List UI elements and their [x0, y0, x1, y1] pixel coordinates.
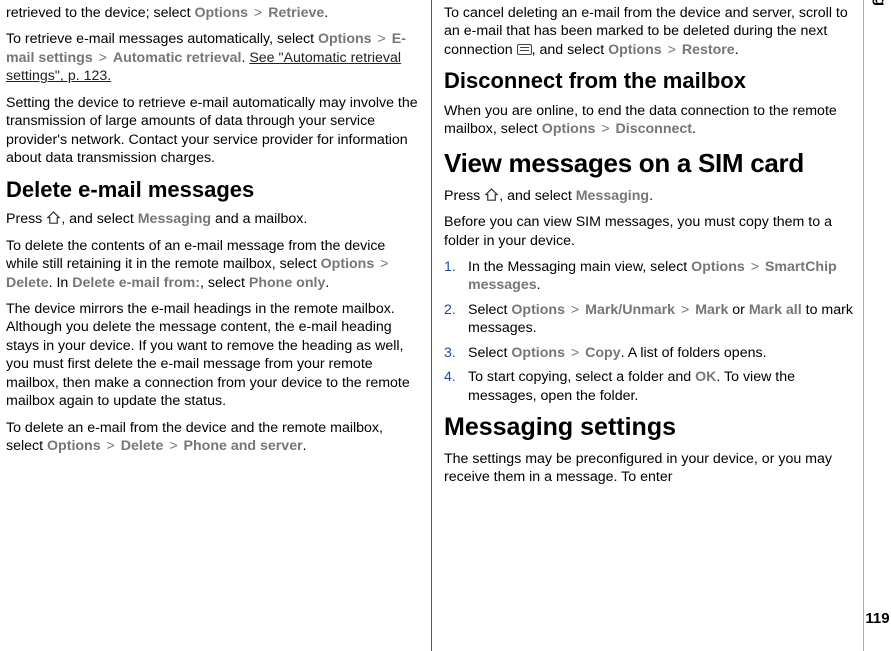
separator: >: [248, 5, 268, 21]
text: .: [303, 438, 307, 454]
option-label: Phone only: [249, 275, 325, 291]
separator: >: [675, 302, 695, 318]
option-label: Mark/Unmark: [585, 302, 675, 318]
step-number: 2.: [444, 301, 456, 319]
text: , and select: [61, 211, 138, 227]
text: .: [649, 188, 653, 204]
sim-steps-list: 1. In the Messaging main view, select Op…: [444, 258, 859, 405]
text: To start copying, select a folder and: [468, 369, 695, 385]
option-label: Mark: [695, 302, 728, 318]
option-label: Options: [318, 31, 372, 47]
step-number: 1.: [444, 258, 456, 276]
text: , and select: [532, 42, 609, 58]
option-label: Options: [511, 302, 565, 318]
text: .: [537, 277, 541, 293]
right-column: To cancel deleting an e-mail from the de…: [432, 0, 863, 651]
home-key-icon: [46, 211, 61, 224]
para-cancel-delete: To cancel deleting an e-mail from the de…: [444, 4, 859, 59]
left-column: retrieved to the device; select Options …: [0, 0, 432, 651]
separator: >: [565, 345, 585, 361]
option-label: Retrieve: [268, 5, 324, 21]
para-delete-phone-only: To delete the contents of an e-mail mess…: [6, 237, 421, 292]
option-label: Phone and server: [184, 438, 303, 454]
text: .: [735, 42, 739, 58]
heading-disconnect: Disconnect from the mailbox: [444, 67, 859, 96]
para-auto-retrieve: To retrieve e-mail messages automaticall…: [6, 30, 421, 85]
home-key-icon: [484, 188, 499, 201]
separator: >: [565, 302, 585, 318]
option-label: Options: [321, 256, 375, 272]
option-label: Messaging: [576, 188, 649, 204]
text: , select: [200, 275, 249, 291]
option-label: Restore: [682, 42, 735, 58]
option-label: Mark all: [749, 302, 802, 318]
text: retrieved to the device; select: [6, 5, 194, 21]
separator: >: [745, 259, 765, 275]
para-copy-sim: Before you can view SIM messages, you mu…: [444, 213, 859, 250]
text: .: [692, 121, 696, 137]
option-label: Automatic retrieval: [113, 50, 242, 66]
step-item: 2. Select Options > Mark/Unmark > Mark o…: [444, 301, 859, 338]
option-label: OK: [695, 369, 716, 385]
para-delete-phone-server: To delete an e-mail from the device and …: [6, 419, 421, 456]
para-disconnect: When you are online, to end the data con…: [444, 102, 859, 139]
option-label: Options: [691, 259, 745, 275]
heading-delete-email: Delete e-mail messages: [6, 176, 421, 205]
text: To retrieve e-mail messages automaticall…: [6, 31, 318, 47]
option-label: Disconnect: [616, 121, 692, 137]
separator: >: [372, 31, 392, 47]
marked-mail-icon: [517, 44, 532, 55]
text: In the Messaging main view, select: [468, 259, 691, 275]
text: or: [728, 302, 749, 318]
para-data-warning: Setting the device to retrieve e-mail au…: [6, 94, 421, 168]
para-retrieve: retrieved to the device; select Options …: [6, 4, 421, 22]
heading-sim-card: View messages on a SIM card: [444, 147, 859, 181]
separator: >: [163, 438, 183, 454]
option-label: Delete: [6, 275, 49, 291]
document-page: retrieved to the device; select Options …: [0, 0, 891, 651]
page-number: 119: [864, 610, 891, 627]
text: Press: [444, 188, 484, 204]
separator: >: [374, 256, 390, 272]
separator: >: [93, 50, 113, 66]
text: Press: [6, 211, 46, 227]
heading-messaging-settings: Messaging settings: [444, 411, 859, 444]
option-label: Messaging: [138, 211, 211, 227]
option-label: Delete: [121, 438, 164, 454]
step-item: 1. In the Messaging main view, select Op…: [444, 258, 859, 295]
text: . A list of folders opens.: [621, 345, 767, 361]
option-label: Delete e-mail from:: [72, 275, 200, 291]
text: . In: [49, 275, 73, 291]
text: Select: [468, 345, 511, 361]
text: and a mailbox.: [211, 211, 307, 227]
step-item: 4. To start copying, select a folder and…: [444, 368, 859, 405]
text: .: [324, 5, 328, 21]
text: .: [325, 275, 329, 291]
section-label: Messaging: [872, 0, 889, 6]
option-label: Copy: [585, 345, 620, 361]
text: Select: [468, 302, 511, 318]
text: , and select: [499, 188, 576, 204]
option-label: Options: [511, 345, 565, 361]
para-settings-intro: The settings may be preconfigured in you…: [444, 450, 859, 487]
step-number: 3.: [444, 344, 456, 362]
para-press-select: Press , and select Messaging and a mailb…: [6, 210, 421, 228]
separator: >: [595, 121, 615, 137]
para-mirror-headings: The device mirrors the e-mail headings i…: [6, 300, 421, 411]
step-item: 3. Select Options > Copy. A list of fold…: [444, 344, 859, 362]
para-press-messaging: Press , and select Messaging.: [444, 187, 859, 205]
option-label: Options: [542, 121, 596, 137]
option-label: Options: [47, 438, 101, 454]
page-sidebar: Messaging 119: [863, 0, 891, 651]
option-label: Options: [194, 5, 248, 21]
separator: >: [662, 42, 682, 58]
separator: >: [101, 438, 121, 454]
option-label: Options: [608, 42, 662, 58]
step-number: 4.: [444, 368, 456, 386]
